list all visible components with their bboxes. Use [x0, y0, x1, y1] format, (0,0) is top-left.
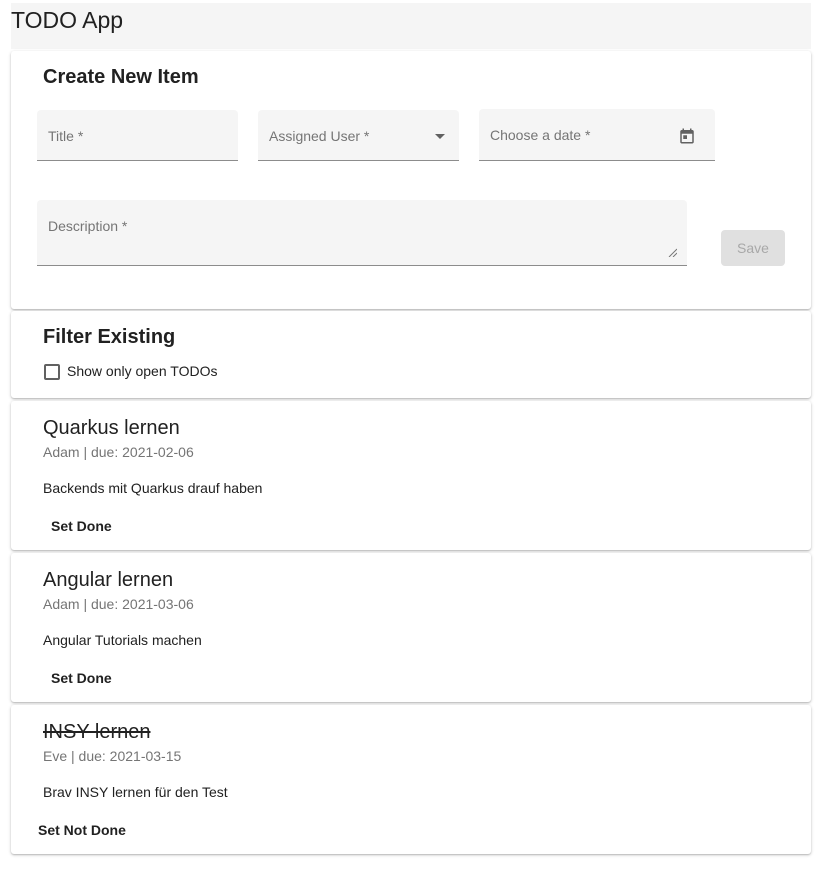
assigned-user-label: Assigned User * [269, 128, 370, 144]
create-item-card: Create New Item Title * Assigned User * … [11, 51, 811, 309]
assigned-user-select[interactable]: Assigned User * [258, 110, 459, 161]
todo-title: Angular lernen [43, 569, 174, 591]
title-field-label: Title * [48, 128, 84, 144]
calendar-icon[interactable] [678, 127, 696, 145]
show-open-checkbox-label[interactable]: Show only open TODOs [67, 363, 217, 379]
description-field[interactable]: Description * [37, 200, 687, 266]
description-field-label: Description * [48, 218, 128, 234]
todo-title: INSY lernen [43, 721, 151, 743]
app-toolbar: TODO App [11, 3, 811, 49]
set-not-done-button[interactable]: Set Not Done [38, 822, 126, 838]
app-title: TODO App [11, 7, 124, 33]
todo-description: Brav INSY lernen für den Test [43, 784, 228, 800]
todo-meta: Adam | due: 2021-02-06 [43, 444, 194, 460]
resize-handle-icon[interactable] [667, 247, 677, 257]
set-done-button[interactable]: Set Done [51, 670, 112, 686]
filter-card: Filter Existing Show only open TODOs [11, 311, 811, 398]
todo-meta: Eve | due: 2021-03-15 [43, 748, 182, 764]
todo-description: Backends mit Quarkus drauf haben [43, 480, 263, 496]
todo-card: Quarkus lernen Adam | due: 2021-02-06 Ba… [11, 401, 811, 550]
save-button[interactable]: Save [721, 230, 785, 266]
date-field-label: Choose a date * [490, 127, 591, 143]
create-item-heading: Create New Item [43, 66, 199, 88]
todo-app: TODO App Create New Item Title * Assigne… [0, 0, 836, 877]
chevron-down-icon[interactable] [435, 134, 445, 139]
show-open-checkbox[interactable] [44, 364, 60, 380]
todo-card: Angular lernen Adam | due: 2021-03-06 An… [11, 553, 811, 702]
todo-description: Angular Tutorials machen [43, 632, 202, 648]
filter-heading: Filter Existing [43, 326, 176, 348]
date-field[interactable]: Choose a date * [479, 109, 715, 161]
set-done-button[interactable]: Set Done [51, 518, 112, 534]
todo-card: INSY lernen Eve | due: 2021-03-15 Brav I… [11, 705, 811, 854]
todo-meta: Adam | due: 2021-03-06 [43, 596, 194, 612]
title-field[interactable]: Title * [37, 110, 238, 161]
todo-title: Quarkus lernen [43, 417, 180, 439]
